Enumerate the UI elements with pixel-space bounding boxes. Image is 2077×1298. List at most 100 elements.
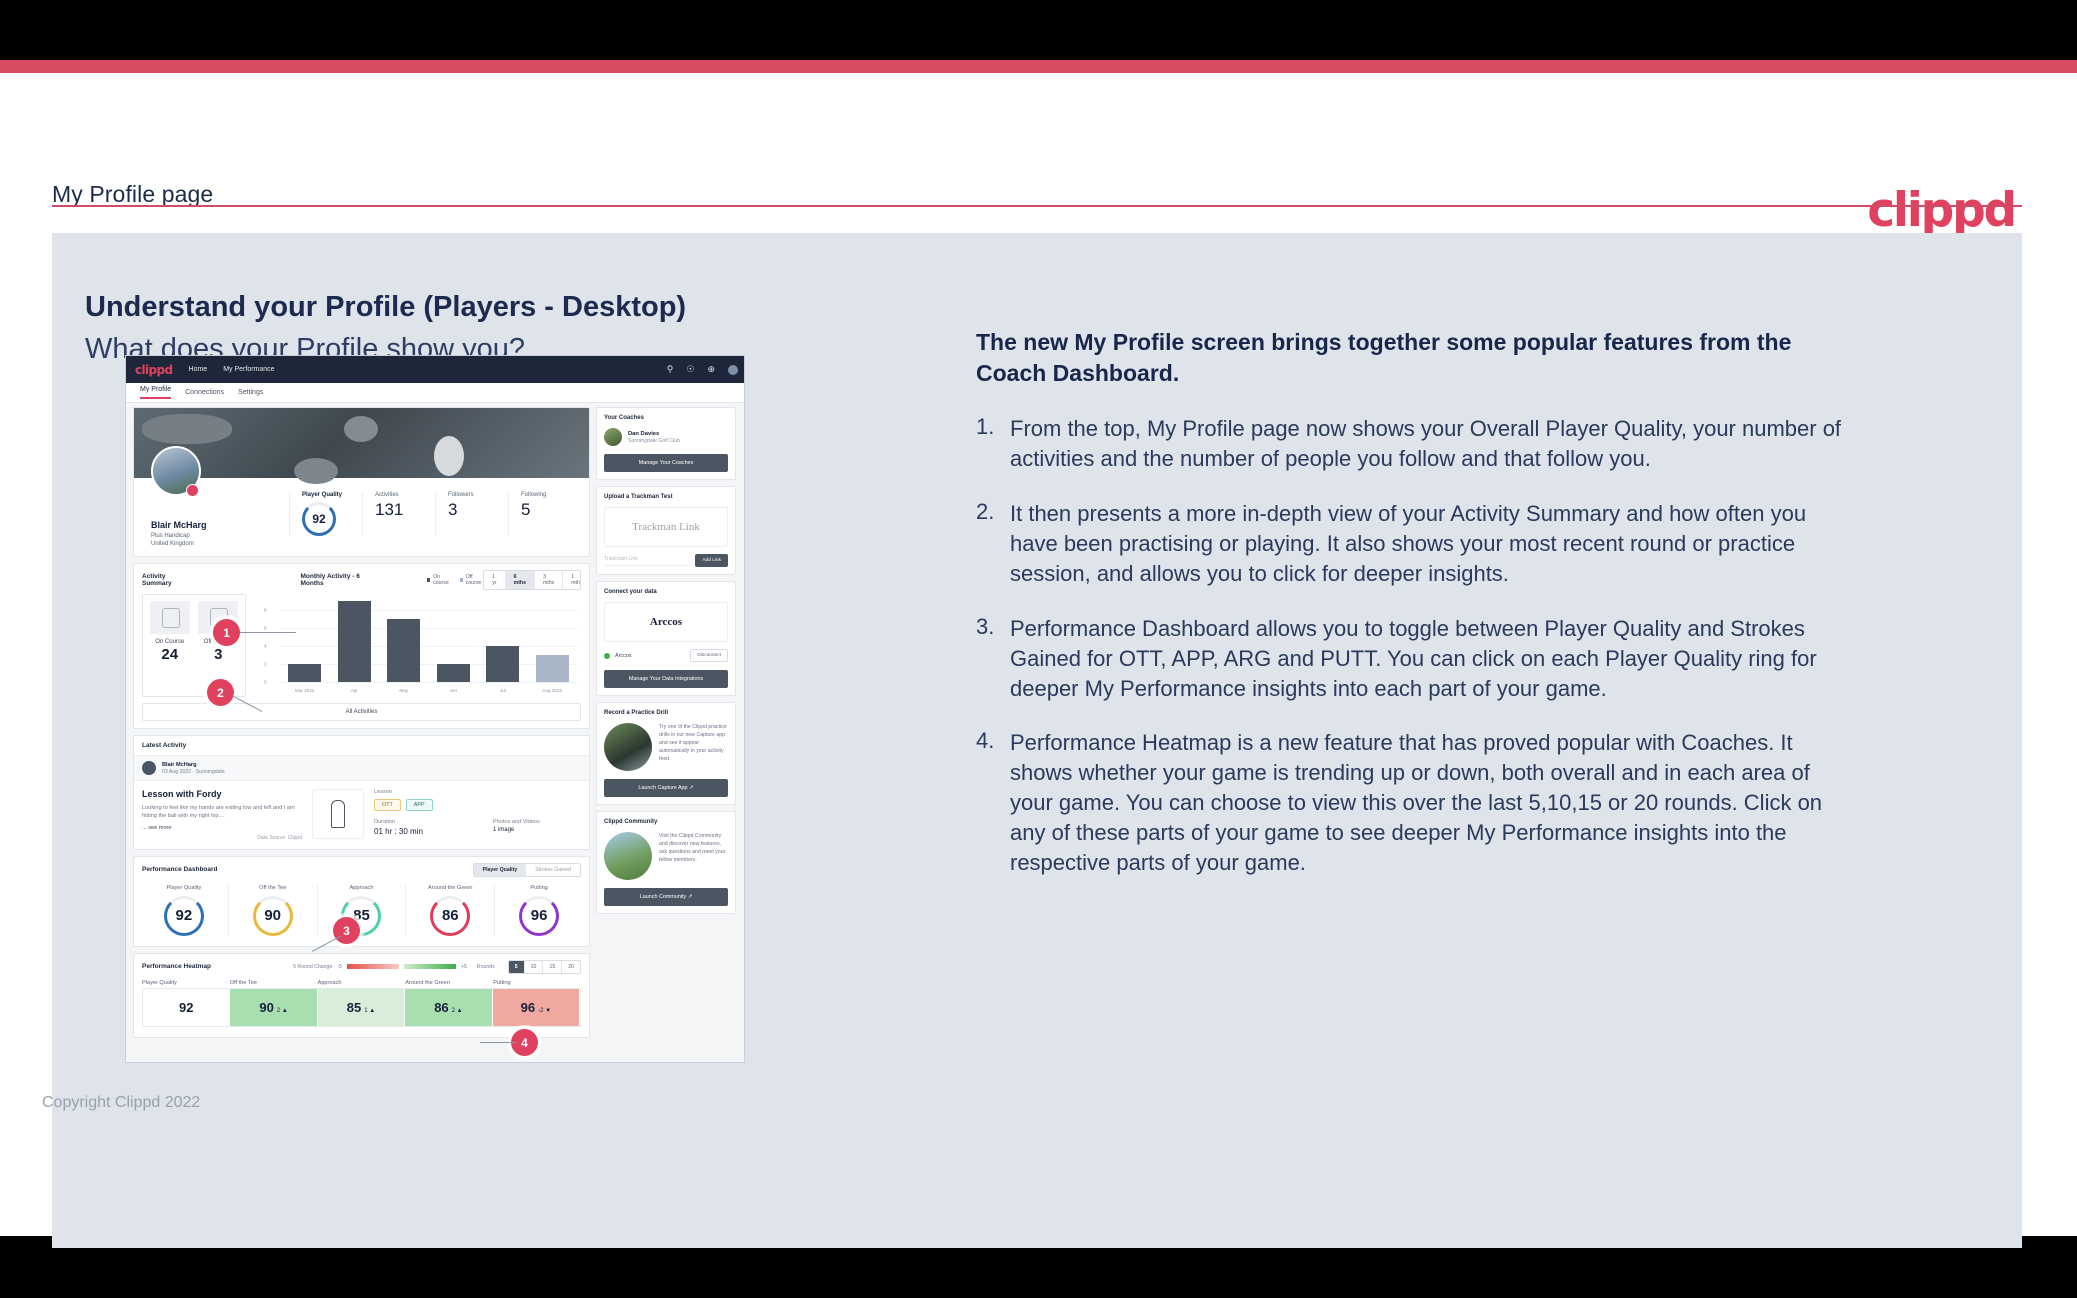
performance-heatmap-header: Performance Heatmap 5 Round Change -5 +5… <box>134 954 589 980</box>
page-title: My Profile page <box>52 181 214 207</box>
toggle-strokes-gained[interactable]: Strokes Gained <box>526 864 580 876</box>
tab-connections[interactable]: Connections <box>185 389 224 396</box>
stat-following[interactable]: Following 5 <box>508 492 581 536</box>
heatmap-cell-off-the-tee[interactable]: 90 2 ▲ <box>230 988 318 1026</box>
coach-entry[interactable]: Dan Davies Sunningdale Golf Club <box>604 428 728 446</box>
list-item-number: 1. <box>976 414 995 440</box>
manage-integrations-button[interactable]: Manage Your Data Integrations <box>604 670 728 688</box>
heatmap-cell-approach[interactable]: 85 1 ▲ <box>317 988 406 1026</box>
chart-bar-group[interactable] <box>387 596 421 682</box>
cover-shape <box>142 414 232 444</box>
nav-link-home[interactable]: Home <box>189 366 208 373</box>
list-item: 2. It then presents a more in-depth view… <box>976 499 1846 589</box>
ring-player-quality[interactable]: Player Quality 92 <box>140 884 229 936</box>
activity-tags: OTT APP <box>374 799 581 811</box>
ring-off-the-tee[interactable]: Off the Tee 90 <box>229 884 318 936</box>
trackman-link-input[interactable]: Trackman Link <box>604 556 691 566</box>
chart-bar[interactable] <box>535 654 569 682</box>
chart-bar-group[interactable] <box>337 596 371 682</box>
chart-y-tick: 8 <box>264 607 267 613</box>
rounds-20[interactable]: 20 <box>562 961 580 973</box>
app-main-column: Blair McHarg Plus Handicap United Kingdo… <box>133 407 590 1044</box>
manage-coaches-button[interactable]: Manage Your Coaches <box>604 454 728 472</box>
heatmap-label: Player Quality <box>142 979 177 986</box>
stat-followers[interactable]: Followers 3 <box>435 492 508 536</box>
chart-bar[interactable] <box>486 645 520 682</box>
nav-link-my-performance[interactable]: My Performance <box>223 366 274 373</box>
range-selector[interactable]: 1 yr 6 mths 3 mths 1 mth <box>483 570 582 590</box>
launch-community-button[interactable]: Launch Community ↗ <box>604 888 728 906</box>
heatmap-cells: 92 90 2 ▲ 85 1 ▲ 86 2 ▲ 96 -2 ▼ <box>142 987 581 1027</box>
cell-value: 90 <box>259 999 274 1015</box>
heatmap-cell-player-quality[interactable]: 92 <box>143 988 231 1026</box>
launch-capture-app-button[interactable]: Launch Capture App ↗ <box>604 779 728 797</box>
chart-bar-group[interactable] <box>288 596 322 682</box>
tab-settings[interactable]: Settings <box>238 389 263 396</box>
chart-bar[interactable] <box>337 600 371 682</box>
metric-toggle[interactable]: Player Quality Strokes Gained <box>472 862 581 877</box>
performance-heatmap-title: Performance Heatmap <box>142 963 211 971</box>
avatar-icon[interactable] <box>728 364 738 375</box>
ring-putting[interactable]: Putting 96 <box>495 885 583 936</box>
cell-delta: 2 ▲ <box>276 1007 288 1014</box>
edit-avatar-icon[interactable] <box>186 484 199 497</box>
rounds-15[interactable]: 15 <box>543 960 563 973</box>
rounds-5[interactable]: 5 <box>508 960 525 973</box>
range-3mths[interactable]: 3 mths <box>535 571 564 589</box>
chart-bar-group[interactable] <box>436 596 470 682</box>
performance-dashboard-title: Performance Dashboard <box>142 866 218 874</box>
coach-club: Sunningdale Golf Club <box>628 437 680 444</box>
activity-title: Lesson with Fordy <box>142 789 222 799</box>
stat-label: Player Quality <box>302 492 343 498</box>
disconnect-button[interactable]: Disconnect <box>690 649 728 662</box>
activity-summary-body: On Course 24 Off Course 3 024 <box>134 592 589 703</box>
tab-my-profile[interactable]: My Profile <box>140 386 172 399</box>
range-6mths[interactable]: 6 mths <box>505 571 535 589</box>
slide-header: My Profile page clippd <box>0 73 2077 238</box>
see-more-link[interactable]: ... see more <box>142 825 302 831</box>
stat-activities[interactable]: Activities 131 <box>362 492 435 536</box>
heatmap-cell-putting[interactable]: 96 -2 ▼ <box>492 988 581 1026</box>
chart-bar[interactable] <box>288 663 322 682</box>
ring-around-the-green[interactable]: Around the Green 86 <box>406 884 496 936</box>
chart-bar-group[interactable] <box>486 596 520 682</box>
all-activities-button[interactable]: All Activities <box>142 703 581 721</box>
author-name: Blair McHarg <box>162 761 197 768</box>
stat-player-quality[interactable]: Player Quality 92 <box>289 492 362 536</box>
latest-activity-title: Latest Activity <box>142 742 187 749</box>
chart-legend: On course Off course <box>427 574 483 586</box>
callout-badge-3: 3 <box>333 917 360 944</box>
rounds-selector[interactable]: 5 10 15 20 <box>507 959 581 974</box>
slide-page: My Profile page clippd Understand your P… <box>0 73 2077 1248</box>
chart-bar[interactable] <box>387 618 421 682</box>
ring-approach[interactable]: Approach 85 <box>318 884 407 936</box>
chart-bars <box>280 596 577 682</box>
chart-bar-group[interactable] <box>535 596 569 682</box>
chart-y-tick: 6 <box>264 625 267 631</box>
search-icon[interactable]: ⚲ <box>667 365 674 374</box>
ring-value: 90 <box>264 907 282 925</box>
activity-summary-header: Activity Summary Monthly Activity - 6 Mo… <box>134 564 589 592</box>
rounds-10[interactable]: 10 <box>525 960 544 973</box>
stat-label: Activities <box>375 492 399 498</box>
range-1yr[interactable]: 1 yr <box>484 571 506 589</box>
heatmap-cell-around-the-green[interactable]: 86 2 ▲ <box>405 988 493 1026</box>
list-item-number: 3. <box>976 613 995 639</box>
list-item-text: Performance Heatmap is a new feature tha… <box>1010 730 1823 876</box>
chart-x-tick: Aug 2022 <box>542 688 563 693</box>
range-1mth[interactable]: 1 mth <box>563 571 580 589</box>
add-link-button[interactable]: Add Link <box>695 554 728 567</box>
arccos-status-row: Arccos Disconnect <box>604 649 728 662</box>
coach-avatar <box>604 428 622 446</box>
chart-bar[interactable] <box>436 663 470 682</box>
activity-text-block: Lesson with Fordy Looking to feel like m… <box>142 789 302 841</box>
community-icon[interactable]: ☉ <box>686 365 694 374</box>
toggle-player-quality[interactable]: Player Quality <box>473 863 527 876</box>
scale-max: +5 <box>460 963 467 970</box>
list-item-text: Performance Dashboard allows you to togg… <box>1010 615 1817 701</box>
add-circle-icon[interactable]: ⊕ <box>707 365 715 374</box>
counter-value: 24 <box>161 646 179 663</box>
ring-gauge: 90 <box>252 895 293 936</box>
activity-description: Looking to feel like my hands are exitin… <box>142 805 295 820</box>
change-label: 5 Round Change <box>293 963 333 970</box>
